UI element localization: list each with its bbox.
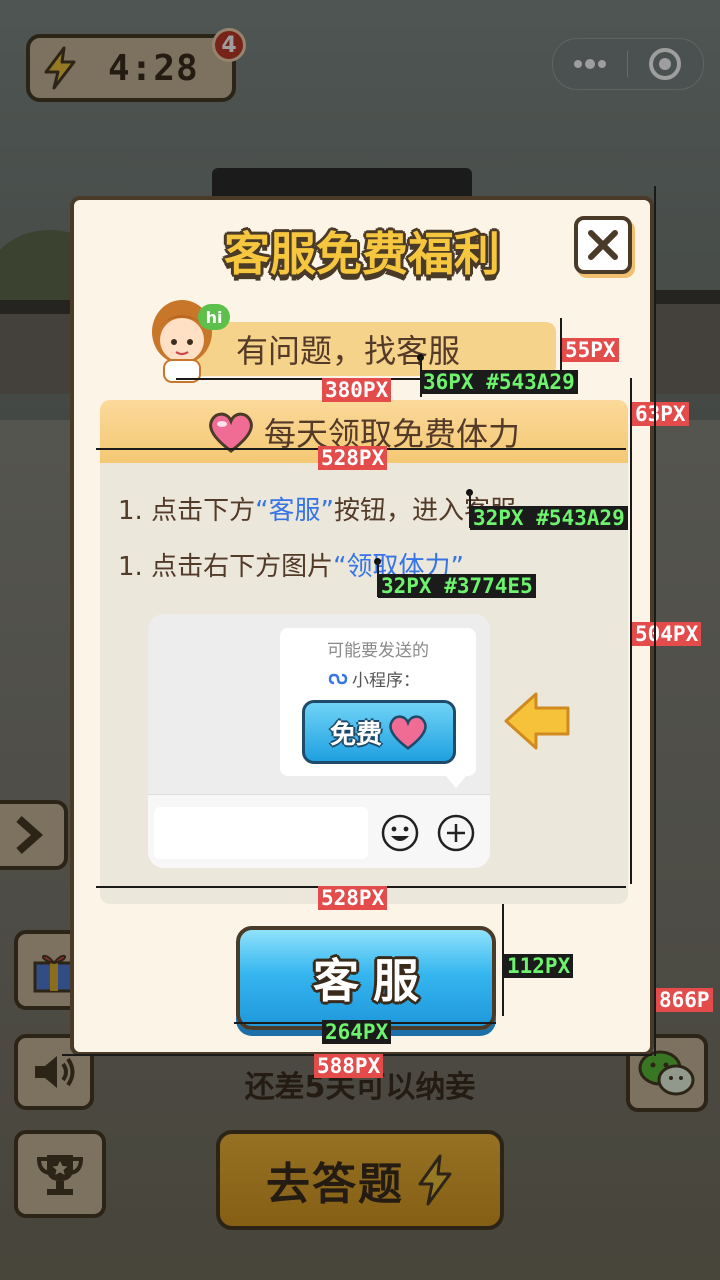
annotation-label: 528PX (318, 446, 388, 470)
annotation-label: 528PX (318, 886, 388, 910)
customer-service-button[interactable]: 客服 (236, 926, 496, 1030)
pointer-arrow-icon (504, 692, 570, 750)
mini-program-row: 小程序： (328, 666, 420, 691)
annotation-label: 504PX (632, 622, 702, 646)
free-energy-panel: 每天领取免费体力 1. 点击下方“客服”按钮，进入客服 1. 点击右下方图片“领… (100, 400, 628, 904)
annotation-label: 112PX (504, 954, 574, 978)
step1-highlight: “客服” (255, 496, 335, 526)
hi-badge: hi (198, 304, 230, 330)
instruction-step-2: 1. 点击右下方图片“领取体力” (118, 546, 610, 583)
suggestion-hint: 可能要发送的 (327, 641, 429, 661)
free-label: 免费 (329, 719, 382, 750)
annotation-label: 264PX (322, 1020, 392, 1044)
modal-title: 客服免费福利 (224, 227, 500, 281)
plus-icon[interactable] (436, 813, 476, 853)
heart-icon (389, 715, 427, 750)
customer-service-label: 客服 (313, 954, 433, 1008)
dimension-line (630, 440, 632, 884)
step1-text: 1. 点击下方 (118, 496, 256, 526)
chat-preview-image: 可能要发送的 小程序： 免费 (148, 614, 490, 868)
close-icon (588, 230, 618, 260)
customer-service-modal: 客服免费福利 有问题，找客服 hi 每天领取免费体力 1. 点击下方“客服”按钮… (70, 196, 654, 1056)
heart-icon (209, 412, 253, 453)
chat-input-field[interactable] (154, 807, 368, 859)
suggestion-bubble: 可能要发送的 小程序： 免费 (280, 628, 476, 788)
annotation-label: 380PX (322, 378, 392, 402)
chat-input-bar (148, 794, 490, 868)
service-prompt-bar: 有问题，找客服 (190, 322, 556, 376)
free-energy-card[interactable]: 免费 (302, 700, 456, 764)
annotation-label: 36PX #543A29 (420, 370, 578, 394)
mini-program-label: 小程序： (352, 671, 420, 691)
dimension-line (654, 186, 656, 1056)
annotation-label: 588PX (314, 1054, 384, 1078)
annotation-label: 866P (656, 988, 713, 1012)
annotation-label: 32PX #3774E5 (378, 574, 536, 598)
service-prompt-text: 有问题，找客服 (236, 332, 461, 370)
annotation-label: 63PX (632, 402, 689, 426)
close-button[interactable] (574, 216, 632, 274)
step2-text: 1. 点击右下方图片 (118, 552, 334, 582)
emoji-icon[interactable] (380, 813, 420, 853)
annotation-label: 32PX #543A29 (470, 506, 628, 530)
annotation-label: 55PX (562, 338, 619, 362)
mini-program-icon (328, 673, 348, 684)
